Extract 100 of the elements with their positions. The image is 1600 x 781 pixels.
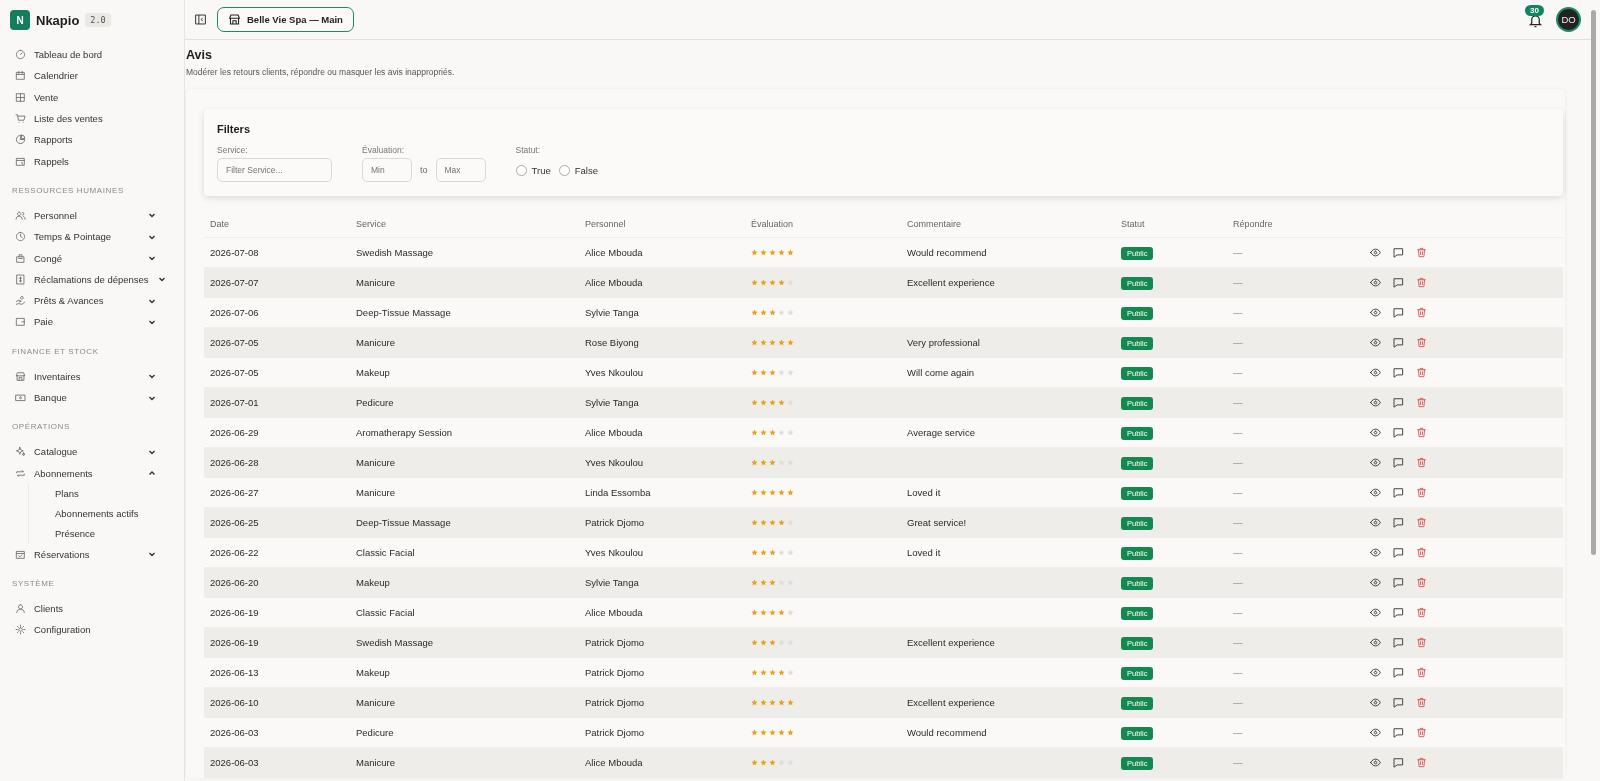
nav-item[interactable]: Catalogue: [10, 441, 184, 463]
eye-icon[interactable]: [1370, 397, 1381, 408]
trash-icon[interactable]: [1416, 427, 1427, 438]
star-empty-icon: [787, 309, 794, 316]
chat-icon[interactable]: [1393, 487, 1404, 498]
nav-item[interactable]: Inventaires: [10, 365, 184, 387]
nav-item[interactable]: Abonnements: [10, 462, 184, 484]
eye-icon[interactable]: [1370, 577, 1381, 588]
star-filled-icon: [778, 699, 785, 706]
chat-icon[interactable]: [1393, 337, 1404, 348]
user-icon: [15, 603, 26, 615]
eye-icon[interactable]: [1370, 427, 1381, 438]
chat-icon[interactable]: [1393, 727, 1404, 738]
nav-item[interactable]: Rappels: [10, 150, 184, 172]
eye-icon[interactable]: [1370, 757, 1381, 768]
chat-icon[interactable]: [1393, 517, 1404, 528]
nav-item[interactable]: Calendrier: [10, 65, 184, 87]
star-filled-icon: [751, 429, 758, 436]
nav-subitem[interactable]: Abonnements actifs: [55, 503, 184, 524]
table-cell-text: Manicure: [355, 697, 397, 708]
nav-item[interactable]: Clients: [10, 598, 184, 620]
nav-item[interactable]: Prêts & Avances: [10, 289, 184, 312]
nav-item[interactable]: Configuration: [10, 619, 184, 641]
trash-icon[interactable]: [1416, 307, 1427, 318]
eye-icon[interactable]: [1370, 367, 1381, 378]
table-cell-text: Swedish Massage: [355, 637, 435, 648]
nav-subitem[interactable]: Présence: [55, 523, 184, 544]
star-filled-icon: [760, 309, 767, 316]
scrollbar-thumb[interactable]: [1591, 10, 1596, 555]
chat-icon[interactable]: [1393, 607, 1404, 618]
nav-item[interactable]: Banque: [10, 386, 184, 409]
eye-icon[interactable]: [1370, 727, 1381, 738]
trash-icon[interactable]: [1416, 697, 1427, 708]
eye-icon[interactable]: [1370, 277, 1381, 288]
chat-icon[interactable]: [1393, 697, 1404, 708]
chat-icon[interactable]: [1393, 277, 1404, 288]
chat-icon[interactable]: [1393, 667, 1404, 678]
chat-icon[interactable]: [1393, 307, 1404, 318]
trash-icon[interactable]: [1416, 517, 1427, 528]
eye-icon[interactable]: [1370, 547, 1381, 558]
trash-icon[interactable]: [1416, 277, 1427, 288]
trash-icon[interactable]: [1416, 547, 1427, 558]
trash-icon[interactable]: [1416, 757, 1427, 768]
eye-icon[interactable]: [1370, 337, 1381, 348]
star-filled-icon: [751, 489, 758, 496]
trash-icon[interactable]: [1416, 667, 1427, 678]
trash-icon[interactable]: [1416, 247, 1427, 258]
chat-icon[interactable]: [1393, 547, 1404, 558]
chat-icon[interactable]: [1393, 577, 1404, 588]
trash-icon[interactable]: [1416, 397, 1427, 408]
chat-icon[interactable]: [1393, 637, 1404, 648]
trash-icon[interactable]: [1416, 727, 1427, 738]
nav-item[interactable]: Liste des ventes: [10, 107, 184, 130]
star-filled-icon: [769, 399, 776, 406]
eye-icon[interactable]: [1370, 607, 1381, 618]
table-cell-text: 2026-06-10: [209, 697, 260, 708]
eye-icon[interactable]: [1370, 517, 1381, 528]
chat-icon[interactable]: [1393, 367, 1404, 378]
service-filter-field[interactable]: Filter Service...: [217, 158, 332, 182]
sidebar-toggle-icon[interactable]: [194, 13, 207, 26]
nav-subitem[interactable]: Plans: [55, 483, 184, 504]
max-rating-field[interactable]: Max: [435, 158, 486, 182]
nav-item[interactable]: Rapports: [10, 129, 184, 151]
trash-icon[interactable]: [1416, 487, 1427, 498]
chat-icon[interactable]: [1393, 457, 1404, 468]
trash-icon[interactable]: [1416, 457, 1427, 468]
chat-icon[interactable]: [1393, 427, 1404, 438]
nav-item[interactable]: Tableau de bord: [10, 44, 184, 66]
chat-icon[interactable]: [1393, 247, 1404, 258]
nav-item[interactable]: Réservations: [10, 543, 184, 566]
eye-icon[interactable]: [1370, 697, 1381, 708]
trash-icon[interactable]: [1416, 337, 1427, 348]
nav-item[interactable]: Temps & Pointage: [10, 226, 184, 248]
status-radio[interactable]: True: [515, 164, 551, 176]
nav-item[interactable]: Congé: [10, 247, 184, 269]
nav-item[interactable]: Vente: [10, 86, 184, 108]
star-filled-icon: [760, 459, 767, 466]
eye-icon[interactable]: [1370, 637, 1381, 648]
trash-icon[interactable]: [1416, 577, 1427, 588]
trash-icon[interactable]: [1416, 637, 1427, 648]
status-radio[interactable]: False: [558, 164, 598, 176]
eye-icon[interactable]: [1370, 307, 1381, 318]
table-cell-text: Manicure: [355, 277, 397, 288]
nav-item[interactable]: Réclamations de dépenses: [10, 268, 184, 290]
trash-icon[interactable]: [1416, 367, 1427, 378]
nav-item[interactable]: Personnel: [10, 204, 184, 227]
eye-icon[interactable]: [1370, 667, 1381, 678]
eye-icon[interactable]: [1370, 457, 1381, 468]
star-filled-icon: [778, 669, 785, 676]
field-label: Statut:: [515, 145, 542, 155]
chat-icon[interactable]: [1393, 757, 1404, 768]
star-filled-icon: [751, 549, 758, 556]
nav-item[interactable]: Paie: [10, 311, 184, 333]
min-rating-field[interactable]: Min: [362, 158, 412, 182]
eye-icon[interactable]: [1370, 247, 1381, 258]
trash-icon[interactable]: [1416, 607, 1427, 618]
chat-icon[interactable]: [1393, 397, 1404, 408]
store-selector[interactable]: Belle Vie Spa — Main: [217, 7, 354, 32]
user-avatar[interactable]: DO: [1556, 7, 1581, 32]
eye-icon[interactable]: [1370, 487, 1381, 498]
